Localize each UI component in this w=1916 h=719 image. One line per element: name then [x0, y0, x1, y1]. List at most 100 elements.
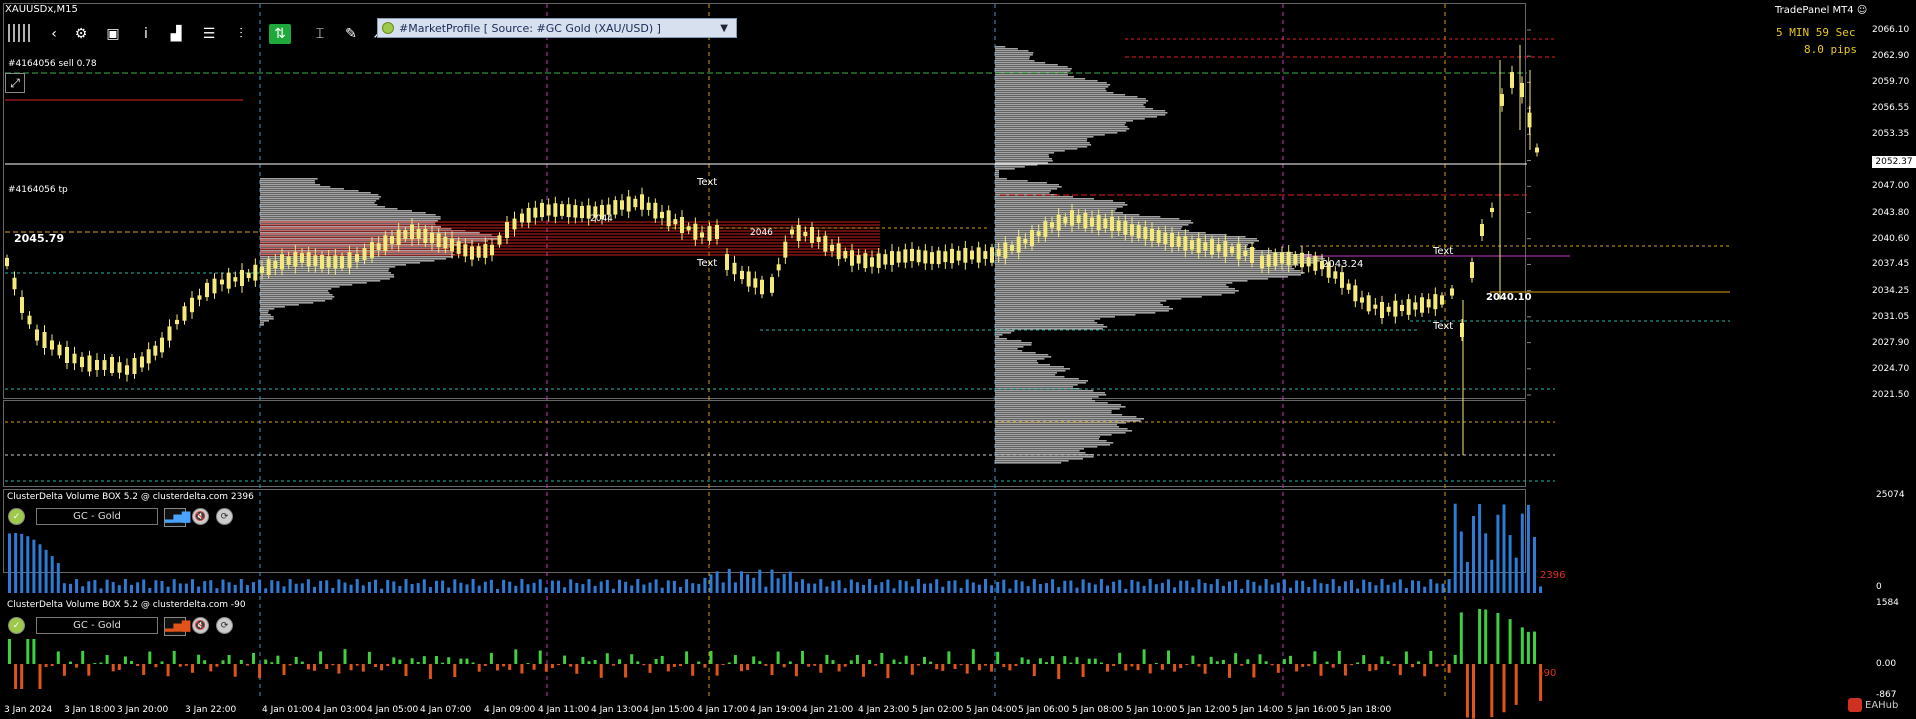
candle-body [1413, 302, 1418, 310]
profile-bar [995, 288, 1235, 290]
delta-instrument-button[interactable]: GC - Gold [36, 617, 158, 634]
delta-bar [1221, 659, 1225, 664]
green-sync-icon[interactable]: ⇅ [269, 24, 291, 44]
candle-body [396, 229, 401, 245]
refresh-icon-2[interactable]: ⟳ [216, 617, 233, 634]
time-tick-label: 4 Jan 15:00 [643, 705, 695, 715]
profile-bar [260, 214, 436, 216]
candle-body [910, 248, 914, 262]
profile-bar [260, 204, 378, 206]
candle-body [923, 250, 928, 264]
delta-bar [593, 659, 597, 664]
volume-bar [1282, 579, 1286, 593]
candle-body [1123, 221, 1128, 235]
volume-bar [977, 584, 981, 593]
profile-bar [995, 214, 1140, 216]
delta-bar [813, 664, 817, 666]
delta-bar [178, 664, 182, 667]
candle-body [976, 247, 981, 263]
candle-body [996, 249, 1001, 257]
profile-bar [995, 414, 1123, 416]
profile-bar [995, 240, 1259, 242]
candle-body [790, 229, 794, 235]
delta-bar [142, 664, 146, 675]
volume-bar [947, 580, 951, 593]
delta-bar [691, 664, 695, 676]
delta-bar [1331, 664, 1335, 668]
profile-bar [260, 302, 314, 304]
profile-bar [995, 386, 1074, 388]
price-tick-label: 2056.55 [1872, 103, 1910, 114]
delta-bar [947, 651, 951, 664]
delta-bar [252, 652, 255, 664]
profile-bar [260, 306, 285, 308]
bars-icon[interactable]: ▂▅▇ [164, 508, 190, 527]
volume-instrument-button[interactable]: GC - Gold [36, 508, 158, 525]
candle-body [1280, 252, 1284, 264]
profile-bar [995, 56, 1030, 58]
mute-icon-2[interactable]: 🔇 [192, 617, 209, 634]
profile-bar [995, 290, 1239, 292]
volume-bar [672, 580, 676, 593]
refresh-icon[interactable]: ⟳ [216, 508, 233, 525]
profile-bar [995, 132, 1118, 134]
market-profile-label: #MarketProfile [ Source: #GC Gold (XAU/U… [399, 21, 661, 35]
volume-bar [1063, 580, 1067, 593]
mute-icon[interactable]: 🔇 [192, 508, 209, 525]
candle-body [65, 347, 69, 363]
price-axis[interactable]: 2066.102062.902059.702056.552053.352050.… [1527, 0, 1916, 400]
candle-body [80, 356, 84, 368]
measure-icon[interactable]: ⌶ [307, 22, 333, 46]
profile-bar [995, 112, 1168, 114]
volume-bar [990, 585, 994, 593]
profile-bar [260, 216, 441, 218]
volume-bar [1496, 514, 1500, 593]
market-profile-selector[interactable]: #MarketProfile [ Source: #GC Gold (XAU/U… [377, 18, 737, 38]
delta-bar [514, 649, 518, 664]
volume-bar [1258, 585, 1262, 593]
check-icon-2[interactable]: ✓ [8, 617, 25, 634]
volume-bar [819, 579, 823, 593]
candle-body [347, 252, 352, 268]
gear-icon[interactable]: ⚙ [68, 22, 94, 46]
chevron-down-icon[interactable]: ▼ [720, 23, 728, 34]
profile-bar [260, 314, 271, 316]
profile-bar [995, 436, 1101, 438]
delta-bars-icon[interactable]: ▂▅▇ [164, 617, 190, 636]
profile-bar [260, 318, 274, 320]
candle-body [1420, 297, 1424, 313]
delta-bar [300, 661, 304, 664]
time-axis[interactable]: 3 Jan 2024 3 Jan 18:00 3 Jan 20:00 3 Jan 22… [0, 703, 1916, 719]
text-annotation-2: Text [697, 258, 718, 269]
delta-bar [1343, 664, 1347, 676]
delta-bar [715, 664, 719, 676]
volume-bar [788, 571, 792, 593]
list-icon[interactable]: ☰ [196, 22, 222, 46]
expand-icon[interactable]: ⤢ [5, 73, 25, 93]
bars-chart-icon[interactable]: ▟ [163, 22, 189, 46]
candle-body [1063, 216, 1068, 224]
delta-axis-mid: 0.00 [1876, 659, 1897, 669]
profile-bar [995, 126, 1128, 128]
back-arrow-icon[interactable]: ‹ [41, 22, 67, 46]
candle-body [512, 218, 517, 230]
delta-bar [611, 664, 615, 666]
time-tick-label: 3 Jan 18:00 [64, 705, 116, 715]
volume-bar [526, 584, 530, 593]
volume-bar [1124, 588, 1128, 593]
volume-bar [1392, 582, 1396, 593]
volume-bars-layer [8, 503, 1543, 593]
delta-bar [550, 664, 554, 669]
sliders-icon[interactable]: ⫶ [228, 22, 254, 46]
profile-bar [260, 208, 398, 210]
edit-icon[interactable]: ✎ [338, 22, 364, 46]
info-icon[interactable]: i [133, 22, 159, 46]
profile-bar [995, 274, 1301, 276]
candle-body [72, 353, 77, 364]
candle-body [990, 247, 994, 263]
volume-bar [69, 583, 72, 593]
camera-icon[interactable]: ▣ [100, 22, 126, 46]
check-icon[interactable]: ✓ [8, 508, 25, 525]
candle-body [50, 340, 54, 350]
candle-body [653, 202, 658, 219]
